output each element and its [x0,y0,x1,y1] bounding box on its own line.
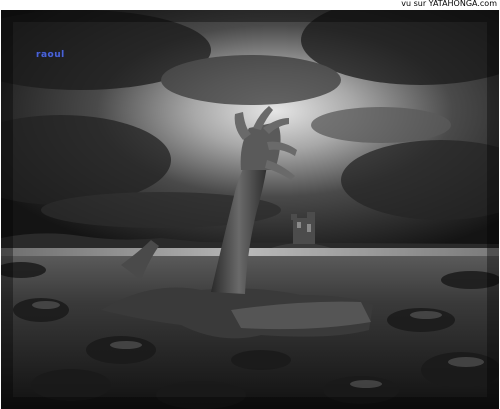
watermark-bar: vu sur YATAHONGA.com [0,0,500,10]
watermark-text: vu sur YATAHONGA.com [401,0,497,8]
signature-text: raoul [36,50,65,60]
photo: raoul [1,10,499,409]
photo-scene [1,10,499,409]
